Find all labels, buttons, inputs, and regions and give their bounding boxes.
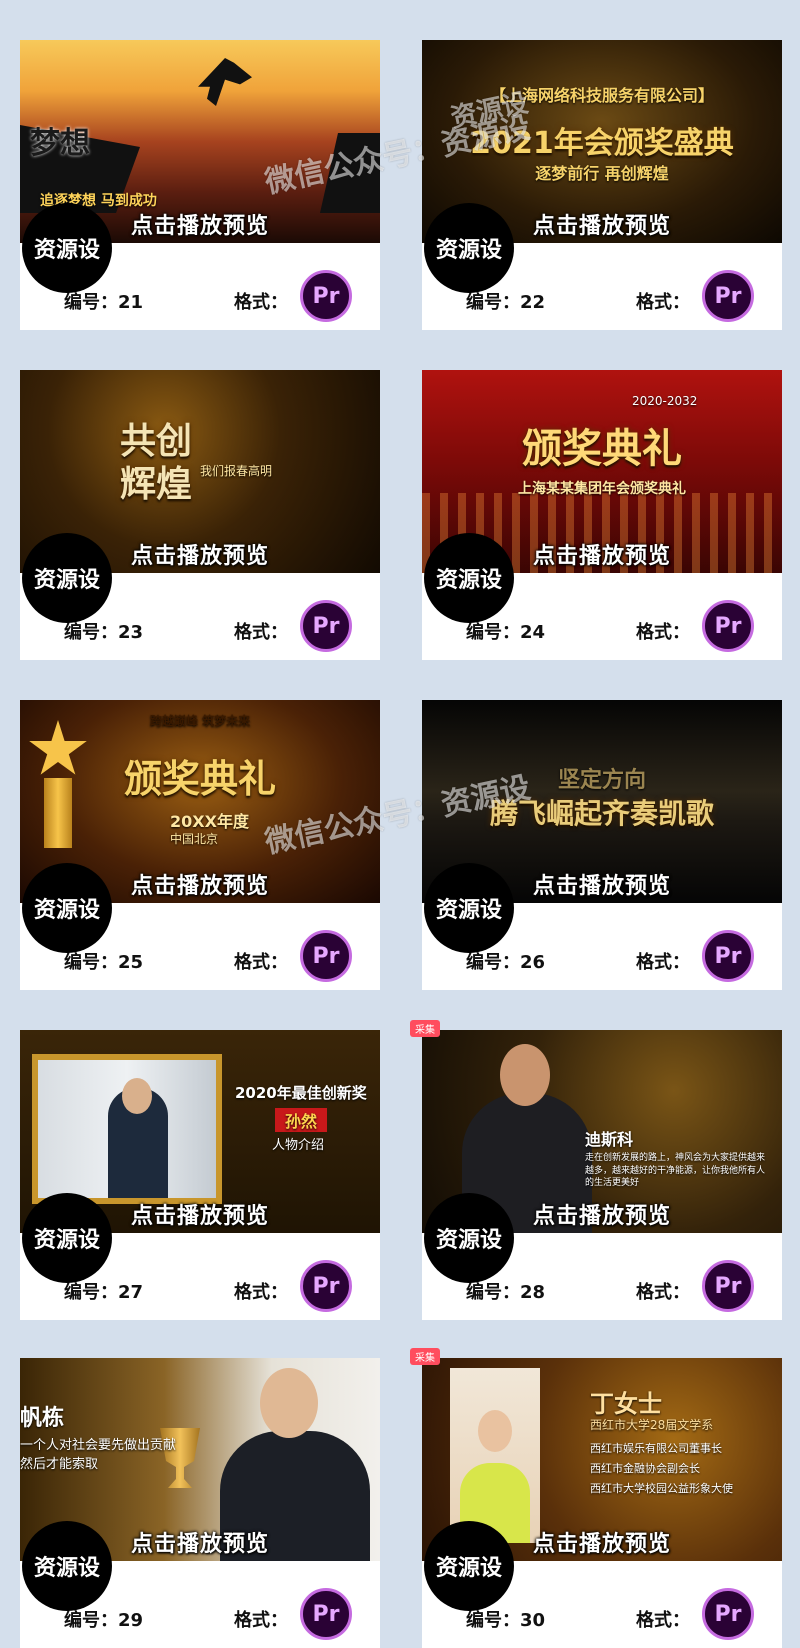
brand-badge: 资源设 (424, 533, 514, 623)
brand-badge: 资源设 (424, 1521, 514, 1611)
thumb-title: 2020年最佳创新奖 (235, 1084, 367, 1102)
thumb-caption: 逐梦前行 再创辉煌 (535, 164, 669, 183)
jumping-man-silhouette (198, 58, 252, 106)
brand-badge: 资源设 (424, 863, 514, 953)
person-head (260, 1368, 318, 1438)
format-label: 格式： (234, 292, 288, 313)
favorite-tag[interactable]: 采集 (410, 1020, 440, 1037)
brand-badge: 资源设 (22, 533, 112, 623)
person-head (500, 1044, 550, 1106)
format-label: 格式： (234, 952, 288, 973)
thumb-subtitle: 走在创新发展的路上，神风会为大家提供越来越多，越来越好的干净能源，让你我他所有人… (585, 1153, 766, 1189)
thumb-line: 西红市金融协会副会长 (590, 1462, 700, 1475)
premiere-pro-icon: Pr (300, 930, 352, 982)
format-label: 格式： (234, 622, 288, 643)
thumb-caption: 2020-2032 (632, 394, 698, 408)
thumb-caption: 中国北京 (170, 832, 219, 846)
format-label: 格式： (636, 1610, 690, 1631)
premiere-pro-icon: Pr (702, 270, 754, 322)
brand-badge: 资源设 (424, 1193, 514, 1283)
thumb-title: 颁奖典礼 (522, 426, 682, 472)
format-label: 格式： (234, 1610, 288, 1631)
thumb-banner: 跨越巅峰 筑梦未来 (149, 714, 251, 728)
portrait-frame (32, 1054, 222, 1204)
premiere-pro-icon: Pr (702, 1260, 754, 1312)
template-card[interactable]: 采集 丁女士 西红市大学28届文学系 西红市娱乐有限公司董事长 西红市金融协会副… (410, 1348, 782, 1648)
thumb-subtitle: 20XX年度 (170, 812, 249, 831)
thumb-subtitle: 西红市大学28届文学系 (590, 1418, 714, 1432)
portrait-frame (450, 1368, 540, 1543)
thumb-subtitle: 上海某某集团年会颁奖典礼 (518, 481, 686, 497)
thumb-subtitle: 一个人对社会要先做出贡献 然后才能索取 (20, 1438, 177, 1472)
template-grid: 梦想 追逐梦想 马到成功 点击播放预览 资源设 编号：21 格式： Pr 【上海… (0, 0, 800, 1648)
template-card[interactable]: 2020年最佳创新奖 孙然 人物介绍 点击播放预览 资源设 编号：27 格式： … (20, 1030, 380, 1320)
premiere-pro-icon: Pr (300, 270, 352, 322)
person-head (478, 1410, 512, 1452)
format-label: 格式： (636, 1282, 690, 1303)
premiere-pro-icon: Pr (300, 1588, 352, 1640)
thumb-title: 颁奖典礼 (123, 757, 276, 801)
thumb-line: 西红市娱乐有限公司董事长 (590, 1442, 722, 1455)
format-label: 格式： (636, 952, 690, 973)
premiere-pro-icon: Pr (702, 600, 754, 652)
format-label: 格式： (234, 1282, 288, 1303)
thumb-subtitle: 我们报春高明 (200, 464, 273, 478)
premiere-pro-icon: Pr (702, 930, 754, 982)
premiere-pro-icon: Pr (300, 600, 352, 652)
thumb-subtitle: 孙然 (275, 1108, 328, 1132)
favorite-tag[interactable]: 采集 (410, 1348, 440, 1365)
brand-badge: 资源设 (22, 203, 112, 293)
format-label: 格式： (636, 622, 690, 643)
format-label: 格式： (636, 292, 690, 313)
template-card[interactable]: 采集 迪斯科 走在创新发展的路上，神风会为大家提供越来越多，越来越好的干净能源，… (410, 1020, 782, 1320)
brand-badge: 资源设 (424, 203, 514, 293)
brand-badge: 资源设 (22, 1193, 112, 1283)
brand-badge: 资源设 (22, 1521, 112, 1611)
premiere-pro-icon: Pr (300, 1260, 352, 1312)
template-card[interactable]: 2020-2032 颁奖典礼 上海某某集团年会颁奖典礼 点击播放预览 资源设 编… (422, 370, 782, 660)
brand-badge: 资源设 (22, 863, 112, 953)
thumb-title: 迪斯科 (585, 1130, 634, 1149)
thumb-title: 帆栋 (20, 1406, 65, 1431)
template-card[interactable]: 坚定方向 腾飞崛起齐奏凯歌 点击播放预览 资源设 编号：26 格式： Pr (422, 700, 782, 990)
thumb-caption: 人物介绍 (272, 1138, 325, 1153)
thumb-title: 梦想 (30, 126, 90, 161)
person-head (122, 1078, 152, 1114)
template-card[interactable]: 帆栋 一个人对社会要先做出贡献 然后才能索取 点击播放预览 资源设 编号：29 … (20, 1358, 380, 1648)
template-card[interactable]: 【上海网络科技服务有限公司】 2021年会颁奖盛典 逐梦前行 再创辉煌 点击播放… (422, 40, 782, 330)
premiere-pro-icon: Pr (702, 1588, 754, 1640)
thumb-line: 西红市大学校园公益形象大使 (590, 1482, 733, 1495)
template-card[interactable]: 共创辉煌 我们报春高明 点击播放预览 资源设 编号：23 格式： Pr (20, 370, 380, 660)
thumb-title: 丁女士 (590, 1390, 662, 1418)
